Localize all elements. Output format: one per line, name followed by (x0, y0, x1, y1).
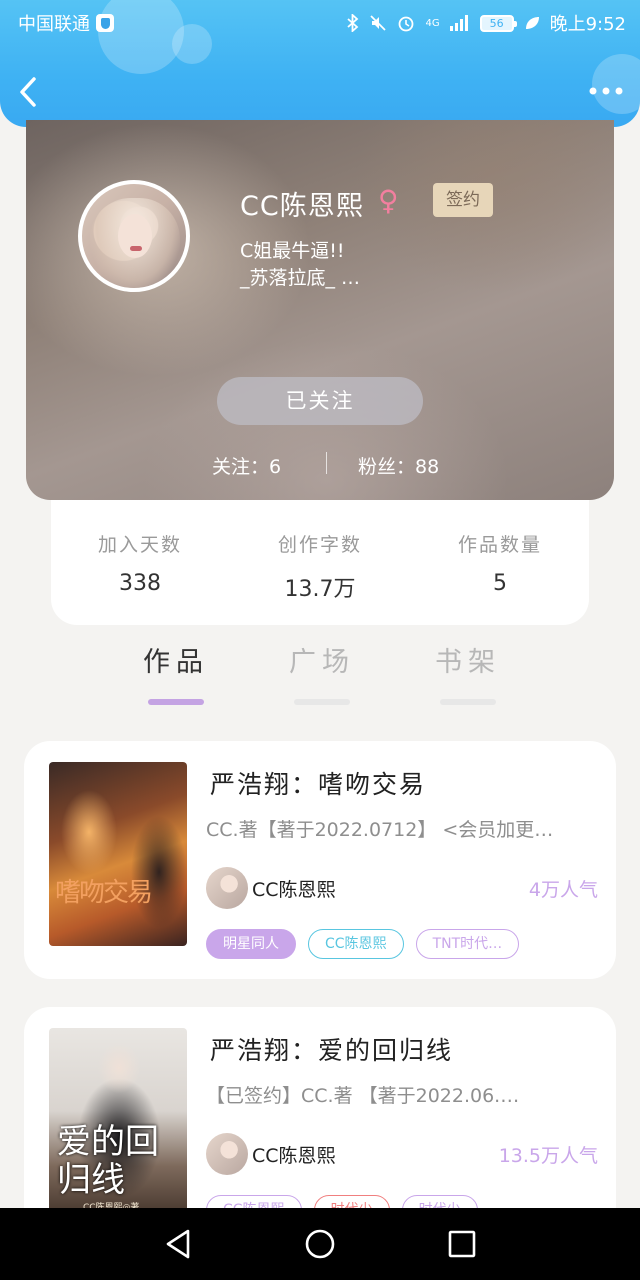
stat-value: 5 (493, 571, 507, 596)
user-name: CC陈恩熙 (240, 191, 364, 222)
cover-title: 嗜吻交易 (55, 878, 153, 908)
tab-label: 作品 (143, 647, 209, 678)
stat-value: 338 (119, 571, 161, 596)
tab-indicator (294, 699, 350, 705)
carrier-name: 中国联通 (18, 14, 90, 35)
status-icons: 4G 56 晚上9:52 (347, 10, 626, 36)
stat-word-count: 创作字数 13.7万 (245, 530, 395, 603)
fans-label: 粉丝： (358, 456, 416, 478)
author-avatar[interactable] (206, 867, 248, 909)
popularity: 13.5万人气 (498, 1145, 598, 1167)
avatar[interactable] (78, 180, 190, 292)
more-dots-icon (589, 87, 623, 95)
carrier: 中国联通 (18, 10, 114, 36)
nav-home-button[interactable] (300, 1226, 340, 1262)
tab-square[interactable]: 广场 (262, 640, 382, 705)
author-name[interactable]: CC陈恩熙 (252, 875, 336, 902)
following-stat[interactable]: 关注：6 (212, 452, 281, 479)
bio-line: C姐最牛逼!! (240, 240, 345, 262)
square-recents-icon (448, 1230, 476, 1258)
book-description: CC.著【著于2022.0712】 <会员加更… (206, 819, 554, 841)
following-count: 6 (269, 456, 282, 478)
tab-indicator (440, 699, 496, 705)
bio-line: _苏落拉底_ … (240, 267, 361, 289)
stat-label: 创作字数 (277, 534, 362, 556)
triangle-back-icon (166, 1229, 190, 1259)
tag[interactable]: 明星同人 (206, 929, 296, 959)
author-row: CC陈恩熙 4万人气 (206, 867, 598, 909)
back-button[interactable] (18, 72, 54, 112)
author-name[interactable]: CC陈恩熙 (252, 1141, 336, 1168)
stat-value: 13.7万 (284, 577, 356, 602)
stat-label: 作品数量 (457, 534, 542, 556)
book-cover[interactable]: 爱的回归线 CC陈恩熙◎著 (49, 1028, 187, 1212)
follow-button[interactable]: 已关注 (217, 377, 423, 425)
book-card[interactable]: 嗜吻交易 严浩翔：嗜吻交易 CC.著【著于2022.0712】 <会员加更… C… (24, 741, 616, 979)
following-label: 关注： (212, 456, 270, 478)
stats-card: 加入天数 338 创作字数 13.7万 作品数量 5 (51, 500, 589, 625)
user-bio[interactable]: C姐最牛逼!! _苏落拉底_ … (240, 238, 500, 292)
more-button[interactable] (586, 76, 626, 106)
cover-title: 爱的回归线 (57, 1122, 159, 1200)
tag[interactable]: CC陈恩熙 (308, 929, 404, 959)
stat-label: 加入天数 (97, 534, 182, 556)
network-type: 4G (425, 17, 440, 29)
book-title[interactable]: 严浩翔：爱的回归线 (210, 1031, 453, 1067)
author-avatar[interactable] (206, 1133, 248, 1175)
fans-count: 88 (415, 456, 440, 478)
signed-badge: 签约 (433, 183, 493, 217)
book-cover[interactable]: 嗜吻交易 (49, 762, 187, 946)
system-nav-bar (0, 1208, 640, 1280)
book-description: 【已签约】CC.著 【著于2022.06.… (206, 1085, 520, 1107)
clock: 晚上9:52 (549, 14, 626, 35)
female-icon: ♀ (378, 184, 399, 217)
bluetooth-icon (347, 14, 359, 32)
book-title[interactable]: 严浩翔：嗜吻交易 (210, 765, 426, 801)
chevron-left-icon (20, 77, 36, 107)
popularity: 4万人气 (528, 879, 598, 901)
nav-back-button[interactable] (158, 1226, 198, 1262)
stat-works-count: 作品数量 5 (425, 530, 575, 596)
tab-indicator (148, 699, 204, 705)
tab-works[interactable]: 作品 (116, 640, 236, 705)
tab-label: 书架 (435, 647, 501, 678)
signal-icon (449, 15, 470, 31)
circle-home-icon (305, 1229, 335, 1259)
tab-bookshelf[interactable]: 书架 (408, 640, 528, 705)
tag-list: 明星同人 CC陈恩熙 TNT时代… (206, 929, 520, 959)
follow-stats: 关注：6 粉丝：88 (26, 450, 614, 480)
profile-card: CC陈恩熙 ♀ 签约 C姐最牛逼!! _苏落拉底_ … 已关注 关注：6 粉丝：… (26, 120, 614, 500)
mute-icon (369, 14, 387, 32)
status-bar: 中国联通 4G 56 晚上9:52 (0, 0, 640, 44)
top-header: 中国联通 4G 56 晚上9:52 (0, 0, 640, 127)
tag[interactable]: TNT时代… (415, 929, 520, 959)
leaf-icon (524, 15, 540, 31)
battery-icon: 56 (479, 14, 517, 32)
author-row: CC陈恩熙 13.5万人气 (206, 1133, 598, 1175)
alarm-icon (397, 14, 415, 32)
fans-stat[interactable]: 粉丝：88 (358, 452, 439, 479)
tab-label: 广场 (289, 647, 355, 678)
divider (326, 452, 327, 474)
stat-join-days: 加入天数 338 (65, 530, 215, 596)
tab-bar: 作品 广场 书架 (0, 640, 640, 710)
carrier-shield-icon (96, 14, 114, 32)
nav-recents-button[interactable] (442, 1226, 482, 1262)
